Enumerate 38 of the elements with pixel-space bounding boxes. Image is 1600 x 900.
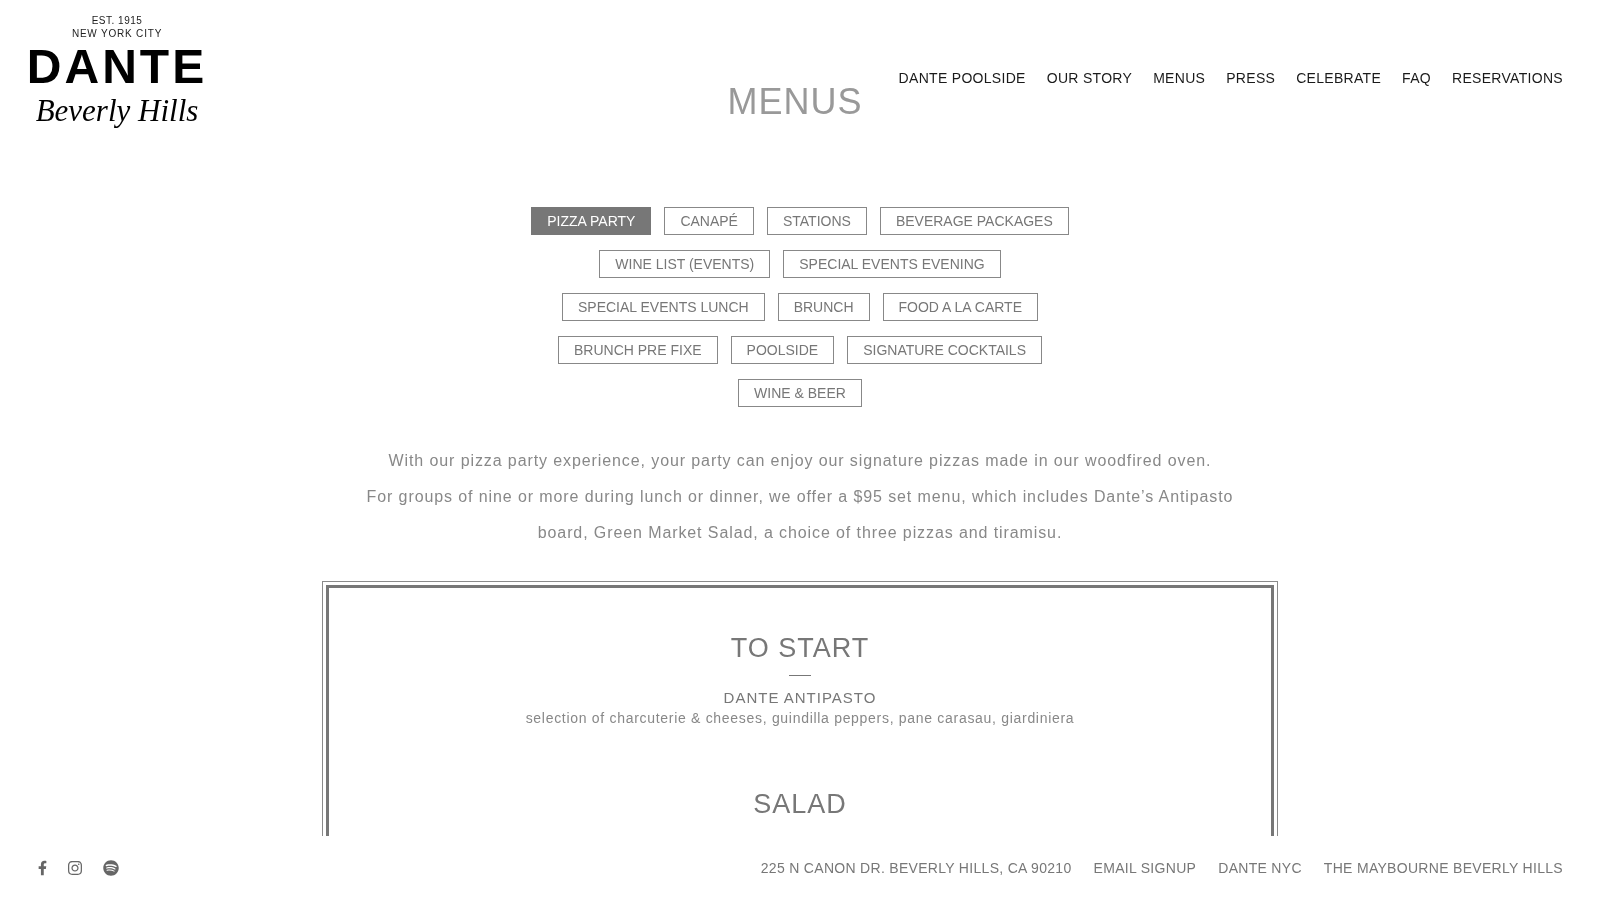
nav-link[interactable]: OUR STORY — [1046, 69, 1133, 87]
footer-link[interactable]: EMAIL SIGNUP — [1093, 859, 1197, 877]
facebook-icon[interactable] — [38, 860, 47, 876]
menu-tab[interactable]: SPECIAL EVENTS LUNCH — [562, 293, 765, 321]
nav-link[interactable]: FAQ — [1402, 69, 1432, 87]
section-heading: SALAD — [753, 788, 847, 820]
dish-description: selection of charcuterie & cheeses, guindilla peppers, pane carasau, giardiniera — [525, 709, 1075, 728]
instagram-icon[interactable] — [67, 860, 83, 876]
menu-tab[interactable]: WINE LIST (EVENTS) — [599, 250, 771, 278]
menu-tab[interactable]: POOLSIDE — [730, 336, 835, 364]
menu-tab[interactable]: FOOD A LA CARTE — [882, 293, 1038, 321]
nav-link[interactable]: PRESS — [1226, 69, 1276, 87]
section-heading: TO START — [730, 632, 870, 664]
nav-link[interactable]: MENUS — [1153, 69, 1206, 87]
nav-link[interactable]: DANTE POOLSIDE — [898, 69, 1026, 87]
logo-script-text: Beverly Hills — [35, 92, 199, 130]
menu-tab[interactable]: BEVERAGE PACKAGES — [879, 207, 1069, 235]
intro-paragraph: With our pizza party experience, your party can enjoy our signature pizzas made in our woodfired oven. — [388, 451, 1212, 471]
menu-tab[interactable]: PIZZA PARTY — [531, 207, 652, 235]
menu-tab[interactable]: BRUNCH PRE FIXE — [558, 336, 718, 364]
nav-link[interactable]: CELEBRATE — [1296, 69, 1382, 87]
menu-tab[interactable]: SIGNATURE COCKTAILS — [847, 336, 1042, 364]
menu-tab[interactable]: WINE & BEER — [738, 379, 862, 407]
menu-tab[interactable]: BRUNCH — [777, 293, 870, 321]
nav-link[interactable]: RESERVATIONS — [1452, 69, 1563, 87]
footer-link[interactable]: 225 N CANON DR. BEVERLY HILLS, CA 90210 — [760, 859, 1072, 877]
menu-tab[interactable]: CANAPÉ — [664, 207, 754, 235]
menu-tab[interactable]: STATIONS — [766, 207, 867, 235]
menu-tab[interactable]: SPECIAL EVENTS EVENING — [783, 250, 1001, 278]
footer-link[interactable]: THE MAYBOURNE BEVERLY HILLS — [1323, 859, 1563, 877]
footer-link[interactable]: DANTE NYC — [1218, 859, 1302, 877]
logo-name-text: DANTE — [26, 43, 208, 91]
logo-established-text: EST. 1915 — [91, 14, 143, 27]
logo-city-text: NEW YORK CITY — [71, 27, 163, 40]
dish-name: DANTE ANTIPASTO — [723, 688, 877, 708]
spotify-icon[interactable] — [103, 860, 119, 876]
page-title: MENUS — [727, 80, 863, 124]
intro-paragraph: For groups of nine or more during lunch or dinner, we offer a $95 set menu, which includes Dante’s Antipasto board, Green Market Salad, a choice of three pizzas and tiramisu. — [365, 487, 1235, 543]
